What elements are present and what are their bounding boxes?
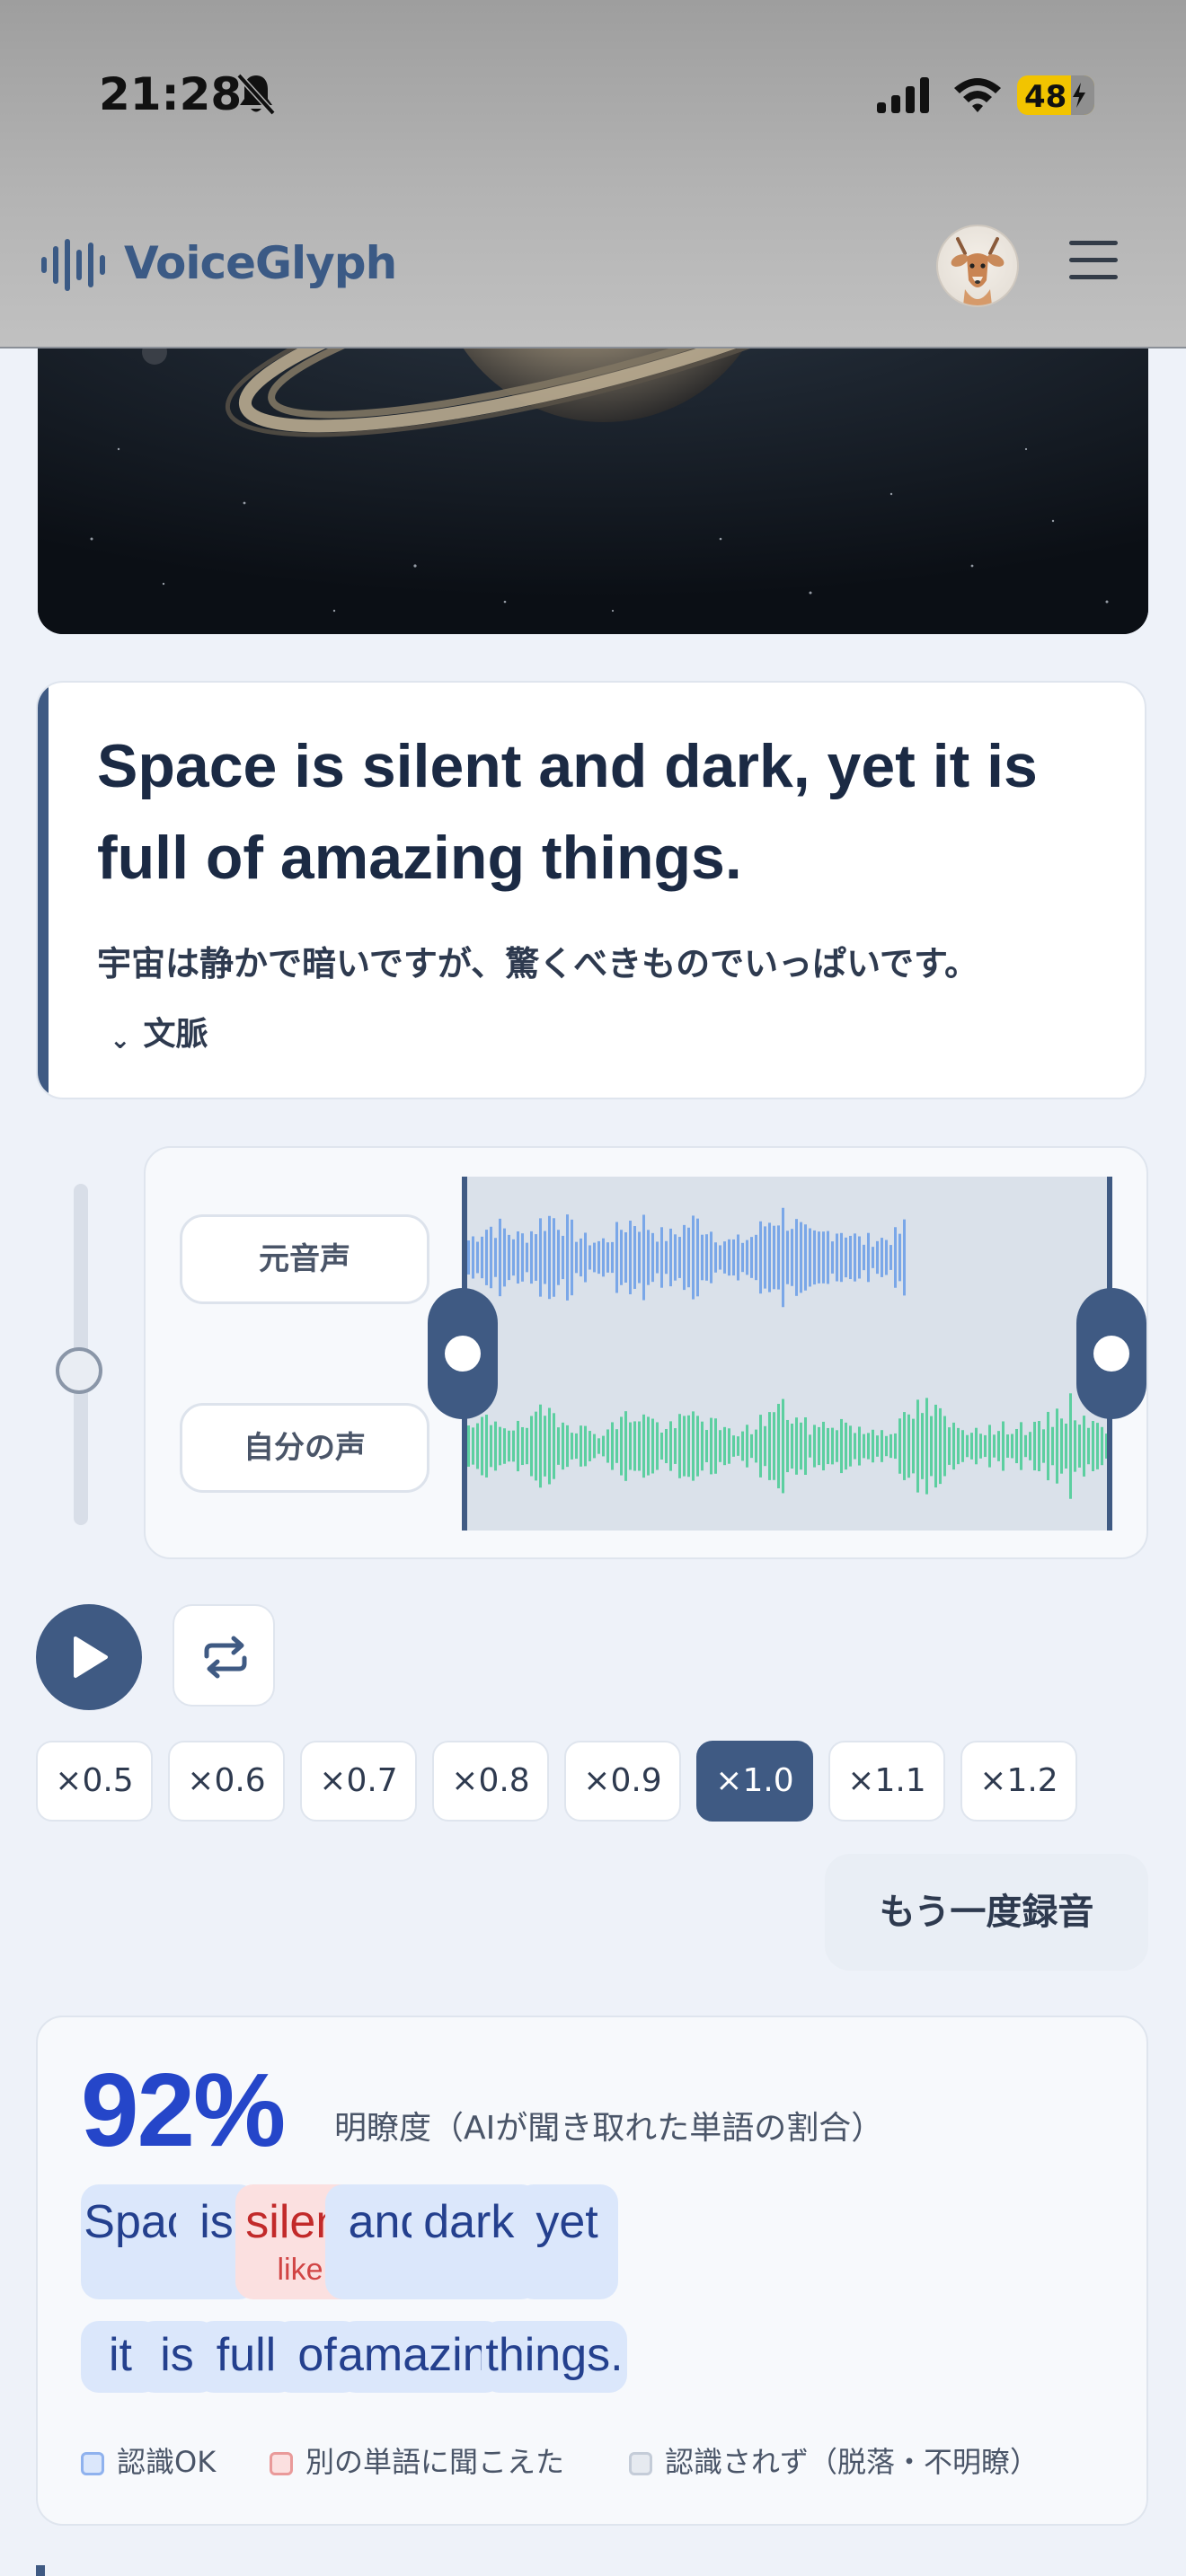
word-text: full	[216, 2329, 277, 2381]
word-text: things.	[485, 2329, 624, 2381]
word-text: yet	[535, 2196, 598, 2248]
context-toggle[interactable]: ⌄ 文脈	[110, 1008, 208, 1054]
word-text: it	[109, 2329, 132, 2381]
speed-selector: ×0.5 ×0.6 ×0.7 ×0.8 ×0.9 ×1.0 ×1.1 ×1.2	[36, 1741, 1150, 1823]
speed-option[interactable]: ×0.9	[564, 1741, 681, 1822]
sentence-translation: 宇宙は静かで暗いですが、驚くべきものでいっぱいです。	[97, 944, 979, 984]
speed-option[interactable]: ×1.1	[828, 1741, 945, 1822]
card-accent-bar	[38, 683, 49, 1098]
hamburger-menu-icon[interactable]	[1069, 241, 1118, 286]
repeat-icon	[204, 1636, 247, 1679]
app-name[interactable]: VoiceGlyph	[124, 237, 397, 289]
legend-missing-label: 認識されず（脱落・不明瞭）	[665, 2445, 1040, 2479]
play-icon	[74, 1636, 108, 1678]
trim-start-handle[interactable]	[428, 1288, 498, 1419]
word-text: of	[297, 2329, 337, 2381]
context-label: 文脈	[143, 1016, 208, 1053]
legend-wrong-swatch	[270, 2452, 293, 2475]
speed-option[interactable]: ×0.8	[432, 1741, 549, 1822]
balance-slider-knob[interactable]	[56, 1347, 102, 1394]
legend-ok: 認識OK	[81, 2439, 216, 2481]
legend-missing-swatch	[629, 2452, 652, 2475]
app-header: 21:28 48 VoiceGlyph	[0, 0, 1186, 348]
legend-wrong-label: 別の単語に聞こえた	[305, 2445, 565, 2479]
battery-level: 48	[1024, 79, 1067, 115]
user-avatar[interactable]	[936, 225, 1019, 307]
battery-icon: 48	[1017, 75, 1094, 115]
word-chip[interactable]: amazing	[338, 2321, 515, 2393]
word-text: is	[160, 2329, 194, 2381]
wifi-icon	[954, 78, 1001, 112]
sentence-card: Space is silent and dark, yet it is full…	[36, 681, 1146, 1099]
clarity-score: 92%	[81, 2051, 286, 2168]
speed-option[interactable]: ×1.2	[960, 1741, 1077, 1822]
waveform-graphic	[467, 1207, 1108, 1499]
chevron-down-icon: ⌄	[110, 1025, 131, 1054]
bell-slash-icon	[236, 73, 276, 116]
word-chip[interactable]: yet	[516, 2184, 618, 2299]
word-text: dark,	[423, 2196, 527, 2248]
word-chip[interactable]: things.	[482, 2321, 627, 2393]
deer-avatar-icon	[951, 237, 1005, 305]
waveform-logo-icon	[41, 239, 105, 291]
word-text: is	[199, 2196, 234, 2248]
signal-icon	[877, 77, 929, 113]
my-voice-button[interactable]: 自分の声	[180, 1403, 429, 1493]
speed-option[interactable]: ×0.7	[300, 1741, 417, 1822]
status-time: 21:28	[99, 68, 243, 120]
clarity-score-label: 明瞭度（AIが聞き取れた単語の割合）	[334, 2110, 884, 2147]
original-audio-button[interactable]: 元音声	[180, 1214, 429, 1304]
legend-wrong: 別の単語に聞こえた	[270, 2439, 564, 2481]
speed-option[interactable]: ×0.6	[168, 1741, 285, 1822]
play-button[interactable]	[36, 1604, 142, 1710]
result-card: 92% 明瞭度（AIが聞き取れた単語の割合） 認識OK 別の単語に聞こえた 認識…	[36, 2016, 1148, 2526]
rerecord-button[interactable]: もう一度録音	[825, 1854, 1148, 1971]
trim-end-handle[interactable]	[1076, 1288, 1146, 1419]
sentence-english: Space is silent and dark, yet it is full…	[97, 732, 1038, 892]
legend-ok-label: 認識OK	[117, 2445, 217, 2479]
next-card-edge	[36, 2565, 45, 2576]
legend-ok-swatch	[81, 2452, 104, 2475]
speed-option[interactable]: ×0.5	[36, 1741, 153, 1822]
speed-option[interactable]: ×1.0	[696, 1741, 813, 1822]
legend-missing: 認識されず（脱落・不明瞭）	[629, 2439, 1039, 2481]
loop-button[interactable]	[173, 1604, 275, 1707]
